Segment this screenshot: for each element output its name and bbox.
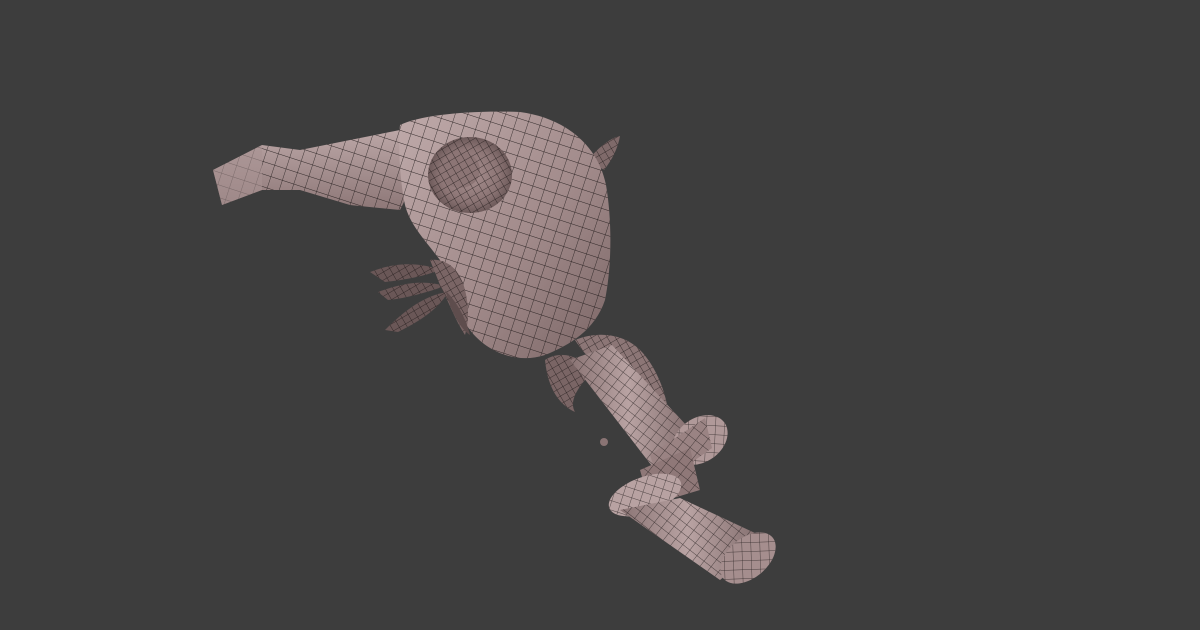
eye-socket-mesh[interactable] <box>428 137 512 213</box>
viewport-canvas[interactable] <box>0 0 1200 630</box>
snout-mesh[interactable] <box>213 130 420 210</box>
front-claw-mesh[interactable] <box>370 259 470 335</box>
head-mesh[interactable] <box>399 111 611 359</box>
3d-viewport[interactable] <box>0 0 1200 630</box>
shaft-mesh[interactable] <box>570 345 785 594</box>
shaft-nub-mesh[interactable] <box>600 438 608 446</box>
